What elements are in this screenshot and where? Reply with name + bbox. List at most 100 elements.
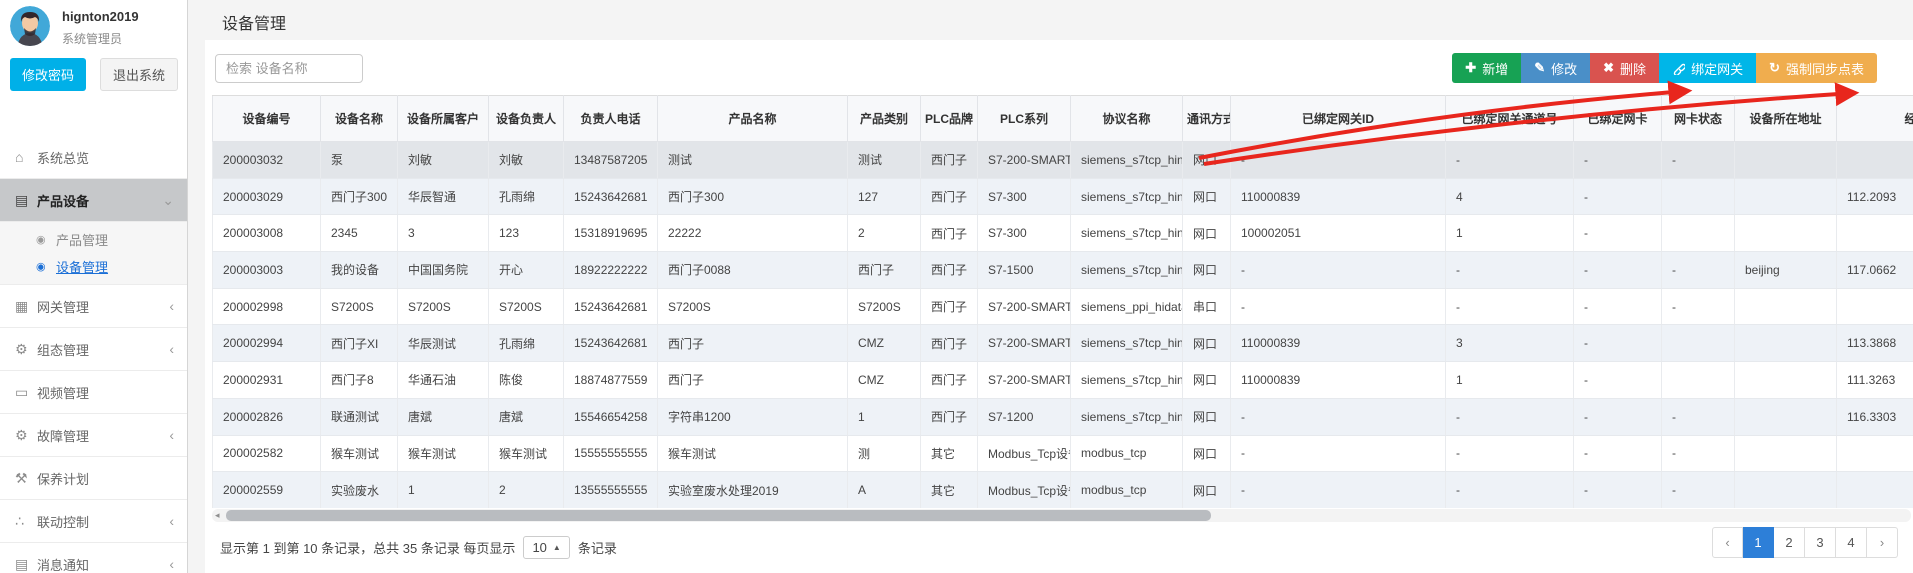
table-cell: - <box>1574 288 1662 325</box>
table-cell: S7200S <box>658 288 848 325</box>
change-password-button[interactable]: 修改密码 <box>10 58 86 91</box>
delete-button[interactable]: ✖删除 <box>1590 53 1659 83</box>
sidebar-item-linkage-control[interactable]: ∴联动控制‹ <box>0 500 187 543</box>
table-row[interactable]: 200003032泵刘敏刘敏13487587205测试测试西门子S7-200-S… <box>213 142 1913 179</box>
sidebar-item-message-notify[interactable]: ▤消息通知‹ <box>0 543 187 573</box>
table-cell: 15243642681 <box>564 288 658 325</box>
column-header: 设备名称 <box>321 96 398 142</box>
table-cell: 实验废水 <box>321 472 398 508</box>
pencil-icon: ✎ <box>1534 60 1545 76</box>
table-row[interactable]: 2000030082345312315318919695222222西门子S7-… <box>213 215 1913 252</box>
page-title: 设备管理 <box>222 10 286 34</box>
table-cell: 西门子 <box>658 325 848 362</box>
gateway-icon: ▦ <box>15 298 37 315</box>
table-cell: - <box>1574 435 1662 472</box>
pagination-bar: 显示第 1 到第 10 条记录，总共 35 条记录 每页显示 10 ▲ 条记录 … <box>220 527 1898 563</box>
table-cell: 网口 <box>1183 398 1231 435</box>
table-row[interactable]: 200003003我的设备中国国务院开心18922222222西门子0088西门… <box>213 252 1913 289</box>
search-input[interactable] <box>215 54 363 83</box>
table-cell: 15243642681 <box>564 178 658 215</box>
toolbar: ✚新增✎修改✖删除绑定网关↻强制同步点表 <box>1452 53 1877 83</box>
chevron-left-icon: ‹ <box>169 557 174 571</box>
page-prev-button[interactable]: ‹ <box>1712 527 1743 558</box>
force-sync-button[interactable]: ↻强制同步点表 <box>1756 53 1877 83</box>
table-cell: - <box>1662 252 1735 289</box>
table-cell <box>1837 472 1913 508</box>
column-header: 产品名称 <box>658 96 848 142</box>
table-cell: - <box>1446 288 1574 325</box>
table-cell: S7-300 <box>978 178 1071 215</box>
table-cell: 200003029 <box>213 178 321 215</box>
page-2-button[interactable]: 2 <box>1774 527 1805 558</box>
book-icon: ▤ <box>15 192 37 209</box>
column-header: 设备编号 <box>213 96 321 142</box>
table-row[interactable]: 200002559实验废水1213555555555实验室废水处理2019A其它… <box>213 472 1913 508</box>
table-cell: siemens_s7tcp_hinet <box>1071 178 1183 215</box>
table-cell: 测试 <box>658 142 848 179</box>
table-cell <box>1662 215 1735 252</box>
page-size-value: 10 <box>532 540 546 555</box>
user-name: hignton2019 <box>62 9 139 24</box>
bind-gateway-button[interactable]: 绑定网关 <box>1659 53 1756 83</box>
table-row[interactable]: 200002994西门子XI华辰测试孔雨绵15243642681西门子CMZ西门… <box>213 325 1913 362</box>
page-next-button[interactable]: › <box>1867 527 1898 558</box>
logout-button[interactable]: 退出系统 <box>100 58 178 91</box>
book-icon: ▤ <box>15 556 37 573</box>
page-size-select[interactable]: 10 ▲ <box>523 536 569 559</box>
table-cell: S7-200-SMART <box>978 325 1071 362</box>
dot-circle-icon: ◉ <box>36 260 56 273</box>
table-cell: 孔雨绵 <box>489 325 564 362</box>
table-cell: - <box>1446 435 1574 472</box>
table-cell: 网口 <box>1183 472 1231 508</box>
table-cell: - <box>1662 142 1735 179</box>
table-row[interactable]: 200002826联通测试唐斌唐斌15546654258字符串12001西门子S… <box>213 398 1913 435</box>
table-cell: CMZ <box>848 325 921 362</box>
table-cell: 网口 <box>1183 252 1231 289</box>
device-table: 设备编号设备名称设备所属客户设备负责人负责人电话产品名称产品类别PLC品牌PLC… <box>212 95 1913 508</box>
table-row[interactable]: 200002998S7200SS7200SS7200S15243642681S7… <box>213 288 1913 325</box>
sidebar-item-config-mgmt[interactable]: ⚙组态管理‹ <box>0 328 187 371</box>
page-3-button[interactable]: 3 <box>1805 527 1836 558</box>
edit-button[interactable]: ✎修改 <box>1521 53 1590 83</box>
table-cell: 1 <box>848 398 921 435</box>
table-cell: - <box>1574 252 1662 289</box>
page-4-button[interactable]: 4 <box>1836 527 1867 558</box>
table-cell: 西门子 <box>921 325 978 362</box>
table-cell: 113.3868 <box>1837 325 1913 362</box>
sidebar-item-product-mgmt[interactable]: ◉产品管理 <box>0 226 187 253</box>
column-header: 经度 <box>1837 96 1913 142</box>
sidebar-item-system-overview[interactable]: ⌂系统总览 <box>0 136 187 179</box>
table-cell: siemens_s7tcp_hinet <box>1071 362 1183 399</box>
user-role: 系统管理员 <box>62 30 139 47</box>
table-cell: 测试 <box>848 142 921 179</box>
horizontal-scrollbar[interactable]: ◂ <box>212 509 1911 522</box>
table-cell <box>1735 398 1837 435</box>
table-cell: 200002559 <box>213 472 321 508</box>
table-cell: 100002051 <box>1231 215 1446 252</box>
wrench-icon: ⚒ <box>15 470 37 487</box>
table-row[interactable]: 200003029西门子300华辰智通孔雨绵15243642681西门子3001… <box>213 178 1913 215</box>
sidebar-item-device-mgmt[interactable]: ◉设备管理 <box>0 253 187 280</box>
table-row[interactable]: 200002931西门子8华通石油陈俊18874877559西门子CMZ西门子S… <box>213 362 1913 399</box>
table-row[interactable]: 200002582猴车测试猴车测试猴车测试15555555555猴车测试测其它M… <box>213 435 1913 472</box>
sidebar-item-gateway-mgmt[interactable]: ▦网关管理‹ <box>0 285 187 328</box>
scroll-left-icon[interactable]: ◂ <box>215 509 220 522</box>
sidebar-item-video-mgmt[interactable]: ▭视频管理 <box>0 371 187 414</box>
home-icon: ⌂ <box>15 149 37 165</box>
table-cell: 110000839 <box>1231 178 1446 215</box>
table-cell: 开心 <box>489 252 564 289</box>
table-cell: - <box>1446 398 1574 435</box>
page-1-button[interactable]: 1 <box>1743 527 1774 558</box>
column-header: 已绑定网卡 <box>1574 96 1662 142</box>
user-block: hignton2019 系统管理员 <box>10 6 139 47</box>
table-cell <box>1735 288 1837 325</box>
scrollbar-thumb[interactable] <box>226 510 1211 521</box>
table-cell: CMZ <box>848 362 921 399</box>
add-button[interactable]: ✚新增 <box>1452 53 1521 83</box>
sidebar-item-fault-mgmt[interactable]: ⚙故障管理‹ <box>0 414 187 457</box>
sidebar-item-maintenance-plan[interactable]: ⚒保养计划 <box>0 457 187 500</box>
table-cell: 15546654258 <box>564 398 658 435</box>
sidebar-item-product-devices[interactable]: ▤产品设备⌄ <box>0 179 187 222</box>
table-cell: - <box>1574 398 1662 435</box>
table-cell: 测 <box>848 435 921 472</box>
